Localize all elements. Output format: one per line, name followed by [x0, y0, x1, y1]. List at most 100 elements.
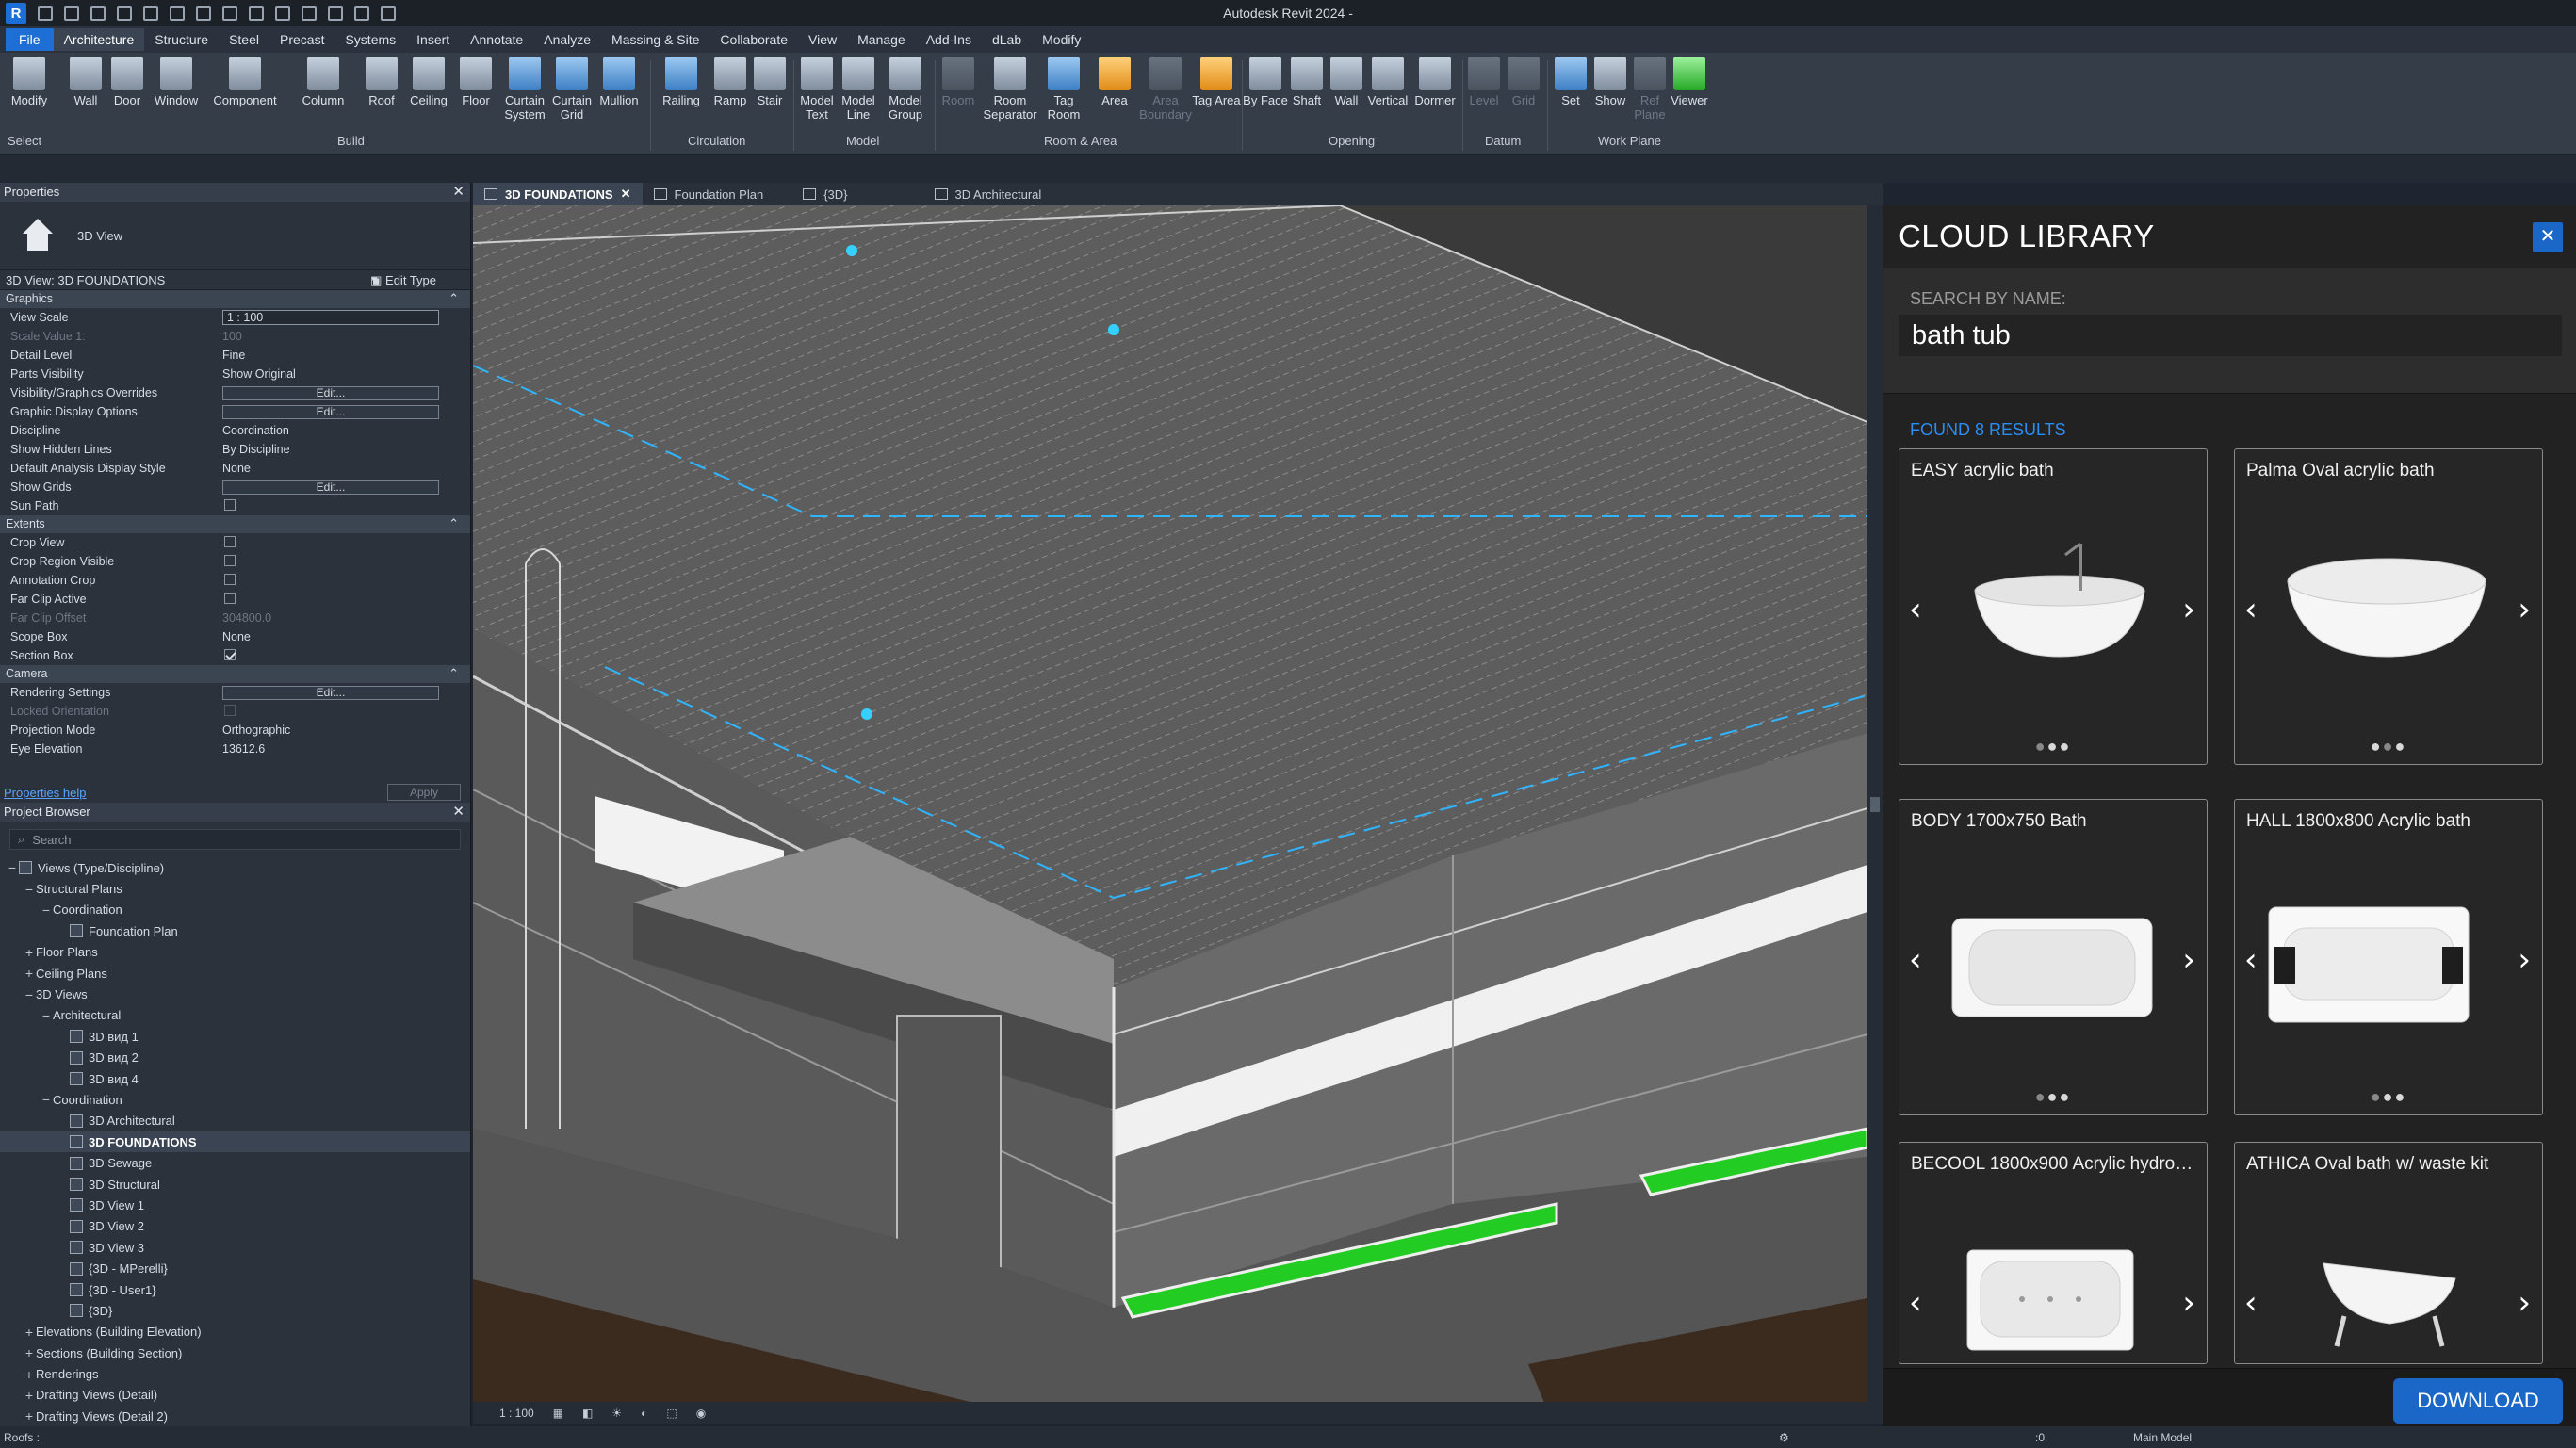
expand-toggle-icon[interactable]: −: [40, 903, 53, 918]
redo-icon[interactable]: [143, 6, 158, 21]
tree-item[interactable]: −3D Views: [0, 984, 470, 1004]
shadows-icon[interactable]: ◐: [641, 1407, 647, 1420]
tree-item[interactable]: 3D View 1: [0, 1195, 470, 1215]
properties-help-link[interactable]: Properties help: [4, 786, 86, 800]
tool-ceiling[interactable]: Ceiling: [403, 57, 454, 107]
tree-item[interactable]: 3D View 2: [0, 1216, 470, 1237]
crop-view-checkbox[interactable]: [224, 535, 236, 547]
tool-dormer[interactable]: Dormer: [1410, 57, 1460, 107]
tree-item[interactable]: 3D Sewage: [0, 1152, 470, 1173]
tool-door[interactable]: Door: [102, 57, 153, 107]
menu-add-ins[interactable]: Add-Ins: [916, 28, 982, 51]
hide-isolate-icon[interactable]: ◉: [696, 1407, 706, 1420]
tree-item[interactable]: − Coordination: [0, 900, 470, 920]
close-icon[interactable]: ✕: [452, 183, 465, 200]
worksets-icon[interactable]: ⚙: [1779, 1431, 1789, 1444]
tool-stair[interactable]: Stair: [744, 57, 795, 107]
prop-row[interactable]: Scope Box None: [0, 627, 470, 646]
tool-column[interactable]: Column: [298, 57, 349, 107]
instance-selector[interactable]: 3D View: 3D FOUNDATIONS ▾ ▣ Edit Type: [0, 269, 470, 290]
tool-tag-room[interactable]: Tag Room: [1038, 57, 1089, 122]
prop-row[interactable]: Discipline Coordination: [0, 421, 470, 440]
next-image-icon[interactable]: ›: [2182, 941, 2195, 979]
tab-3d[interactable]: {3D}: [791, 183, 858, 205]
viewport-scrollbar[interactable]: [1867, 205, 1883, 1424]
tool-viewer[interactable]: Viewer: [1664, 57, 1715, 107]
tool-tag-area[interactable]: Tag Area: [1191, 57, 1242, 107]
menu-modify[interactable]: Modify: [1032, 28, 1091, 51]
expand-toggle-icon[interactable]: −: [23, 882, 36, 897]
tool-railing[interactable]: Railing: [656, 57, 707, 107]
dimension-icon[interactable]: [222, 6, 237, 21]
measure-icon[interactable]: [196, 6, 211, 21]
tool-grid[interactable]: Grid: [1498, 57, 1549, 107]
tag-icon[interactable]: [249, 6, 264, 21]
product-card[interactable]: BECOOL 1800x900 Acrylic hydromassage bat…: [1899, 1142, 2208, 1364]
menu-systems[interactable]: Systems: [334, 28, 406, 51]
undo-icon[interactable]: [117, 6, 132, 21]
tool-roof[interactable]: Roof: [356, 57, 407, 107]
menu-analyze[interactable]: Analyze: [533, 28, 601, 51]
tree-item[interactable]: 3D вид 4: [0, 1068, 470, 1089]
menu-file[interactable]: File: [6, 28, 54, 51]
previous-image-icon[interactable]: ‹: [2244, 1284, 2258, 1322]
text-icon[interactable]: [275, 6, 290, 21]
3d-view-icon[interactable]: [302, 6, 317, 21]
previous-image-icon[interactable]: ‹: [1909, 591, 1922, 628]
tab-3d-foundations[interactable]: 3D FOUNDATIONS ✕: [473, 183, 643, 205]
menu-precast[interactable]: Precast: [269, 28, 334, 51]
switch-windows-icon[interactable]: [381, 6, 396, 21]
tree-item[interactable]: + Ceiling Plans: [0, 963, 470, 984]
next-image-icon[interactable]: ›: [2182, 591, 2195, 628]
tool-mullion[interactable]: Mullion: [594, 57, 644, 107]
previous-image-icon[interactable]: ‹: [1909, 1284, 1922, 1322]
section-camera[interactable]: Camera ⌃: [0, 665, 470, 683]
rendering-settings-edit-button[interactable]: Edit...: [222, 685, 439, 700]
thin-lines-icon[interactable]: [354, 6, 369, 21]
expand-toggle-icon[interactable]: −: [40, 1008, 53, 1023]
graphic-display-edit-button[interactable]: Edit...: [222, 404, 439, 419]
tree-item[interactable]: 3D Architectural: [0, 1111, 470, 1131]
previous-image-icon[interactable]: ‹: [2244, 591, 2258, 628]
select-dropdown[interactable]: Select: [8, 134, 41, 148]
menu-structure[interactable]: Structure: [144, 28, 219, 51]
expand-toggle-icon[interactable]: +: [23, 945, 36, 960]
scroll-thumb[interactable]: [1870, 797, 1880, 812]
tree-item[interactable]: 3D Structural: [0, 1174, 470, 1195]
next-image-icon[interactable]: ›: [2518, 591, 2531, 628]
menu-annotate[interactable]: Annotate: [460, 28, 533, 51]
product-card[interactable]: Palma Oval acrylic bath ‹ › ●●●: [2234, 448, 2543, 765]
tool-area[interactable]: Area: [1089, 57, 1140, 107]
next-image-icon[interactable]: ›: [2518, 941, 2531, 979]
menu-massing-site[interactable]: Massing & Site: [601, 28, 709, 51]
tree-item[interactable]: + Sections (Building Section): [0, 1342, 470, 1363]
print-icon[interactable]: [170, 6, 185, 21]
expand-toggle-icon[interactable]: −: [6, 860, 19, 875]
close-button[interactable]: ✕: [2533, 222, 2563, 252]
tool-room[interactable]: Room: [933, 57, 984, 107]
expand-toggle-icon[interactable]: −: [23, 987, 36, 1002]
tree-item[interactable]: 3D вид 2: [0, 1048, 470, 1068]
far-clip-active-checkbox[interactable]: [224, 592, 236, 604]
expand-toggle-icon[interactable]: +: [23, 1345, 36, 1360]
tool-curtain-grid[interactable]: Curtain Grid: [546, 57, 597, 122]
close-tab-icon[interactable]: ✕: [621, 187, 631, 202]
panel-room-area-label[interactable]: Room & Area: [1044, 134, 1117, 148]
save-icon[interactable]: [64, 6, 79, 21]
prop-row[interactable]: Eye Elevation 13612.6: [0, 740, 470, 758]
prop-row[interactable]: Show Hidden Lines By Discipline: [0, 440, 470, 459]
tree-item[interactable]: + Elevations (Building Elevation): [0, 1322, 470, 1342]
expand-toggle-icon[interactable]: +: [23, 966, 36, 981]
section-graphics[interactable]: Graphics ⌃: [0, 290, 470, 308]
tool-model-group[interactable]: Model Group: [880, 57, 931, 122]
expand-toggle-icon[interactable]: −: [40, 1092, 53, 1107]
menu-insert[interactable]: Insert: [406, 28, 460, 51]
tool-floor[interactable]: Floor: [450, 57, 501, 107]
tree-item[interactable]: {3D - User1}: [0, 1279, 470, 1300]
main-model-select[interactable]: Main Model: [2133, 1431, 2192, 1444]
tool-curtain-system[interactable]: Curtain System: [499, 57, 550, 122]
expand-toggle-icon[interactable]: +: [23, 1325, 36, 1340]
open-icon[interactable]: [38, 6, 53, 21]
expand-toggle-icon[interactable]: +: [23, 1367, 36, 1382]
type-selector[interactable]: 3D View: [0, 202, 470, 269]
